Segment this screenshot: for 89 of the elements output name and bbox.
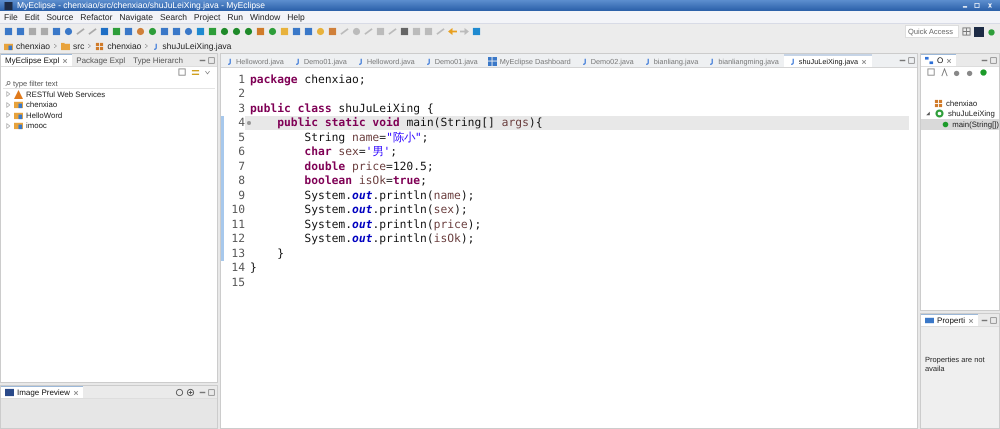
line-number: 1 <box>238 72 245 86</box>
line-number: 13 <box>231 246 245 260</box>
menu-item[interactable]: Edit <box>24 12 40 22</box>
code-line: System.out.println(isOk); <box>303 232 474 246</box>
breadcrumb-item[interactable]: chenxiao <box>16 41 50 51</box>
maximize-icon[interactable] <box>990 316 997 324</box>
code-line: boolean isOk=true; <box>303 174 427 188</box>
view-tab[interactable]: O <box>921 54 956 66</box>
circle-icon[interactable] <box>979 68 988 77</box>
app-icon <box>4 2 13 10</box>
menu-item[interactable]: File <box>4 12 18 22</box>
java-file-icon <box>580 57 588 66</box>
java-file-icon <box>294 57 301 66</box>
java-file-icon <box>708 57 716 66</box>
chevron-icon <box>87 43 92 49</box>
code-line: public class shuJuLeiXing { <box>250 102 434 115</box>
class-icon <box>934 109 945 118</box>
view-tab[interactable]: Type Hierarch <box>129 54 187 66</box>
zoom-in-icon[interactable] <box>186 388 195 396</box>
expanded-arrow-icon <box>925 110 931 117</box>
java-file-icon <box>152 42 160 50</box>
line-number: 2 <box>238 87 245 100</box>
menu-item[interactable]: Help <box>287 12 305 22</box>
menu-item[interactable]: Window <box>250 12 280 22</box>
maximize-icon[interactable] <box>908 57 915 64</box>
line-number: 9 <box>238 188 245 202</box>
line-number: 3 <box>238 102 245 115</box>
code-line: System.out.println(price); <box>303 218 482 231</box>
line-number: 10 <box>231 203 245 216</box>
code-line: } <box>276 246 284 260</box>
breadcrumb-item[interactable]: chenxiao <box>107 41 142 51</box>
line-number: 5 <box>238 130 245 144</box>
line-number: 11 <box>231 218 245 231</box>
menu-item[interactable]: Run <box>227 12 243 22</box>
line-number: 7 <box>238 160 245 173</box>
close-icon[interactable] <box>72 390 79 396</box>
line-number: 4 <box>238 116 245 130</box>
code-line: double price=120.5; <box>303 160 434 173</box>
line-number: 6 <box>238 145 245 158</box>
code-line: System.out.println(name); <box>303 188 474 202</box>
menu-item[interactable]: Project <box>194 12 220 22</box>
line-number: 8 <box>238 174 245 188</box>
collapse-icon[interactable] <box>178 68 187 77</box>
back-arrow-icon[interactable] <box>448 27 457 36</box>
maximize-icon[interactable] <box>990 56 997 64</box>
java-file-icon <box>226 57 233 66</box>
code-line: System.out.println(sex); <box>303 203 468 216</box>
window-title: MyEclipse - chenxiao/src/chenxiao/shuJuLeiXing.java - MyEclipse <box>17 0 266 11</box>
java-file-icon <box>788 57 796 66</box>
code-line: String name="陈小"; <box>303 130 428 145</box>
java-file-icon <box>644 57 651 66</box>
warning-icon <box>14 90 23 99</box>
code-line: } <box>250 261 257 274</box>
menu-item[interactable]: Refactor <box>80 12 112 22</box>
view-tab[interactable]: Properti <box>921 314 978 326</box>
collapse-icon[interactable] <box>927 68 936 77</box>
line-number: 12 <box>231 232 245 246</box>
chevron-icon <box>53 43 58 49</box>
line-number: 14 <box>231 261 245 274</box>
menu-item[interactable]: Navigate <box>119 12 153 22</box>
close-icon[interactable] <box>968 318 974 324</box>
close-icon[interactable] <box>861 58 868 64</box>
breadcrumb-item[interactable]: shuJuLeiXing.java <box>162 41 232 51</box>
close-icon[interactable] <box>946 58 952 64</box>
method-icon <box>942 120 950 129</box>
code-editor[interactable] <box>220 53 918 429</box>
code-line: public static void main(String[] args){ <box>276 116 542 130</box>
maximize-icon[interactable] <box>208 388 215 396</box>
java-file-icon <box>356 57 364 66</box>
zoom-out-icon[interactable] <box>175 388 184 396</box>
menu-item[interactable]: Search <box>160 12 187 22</box>
picture-icon <box>5 388 14 397</box>
maximize-icon[interactable] <box>208 56 215 64</box>
view-tab[interactable]: MyEclipse Expl <box>1 54 72 66</box>
close-icon[interactable] <box>62 58 68 64</box>
menu-item[interactable]: Source <box>46 12 74 22</box>
breadcrumb-item[interactable]: src <box>73 41 84 51</box>
view-tab[interactable]: Image Preview <box>1 386 83 398</box>
minimize-icon[interactable] <box>899 57 906 64</box>
view-tab[interactable]: Package Expl <box>72 54 130 66</box>
app-icon[interactable] <box>974 26 984 36</box>
outline-icon <box>925 56 934 65</box>
chevron-icon <box>144 43 150 49</box>
code-line: char sex='男'; <box>303 144 398 160</box>
code-line: package chenxiao; <box>250 72 366 86</box>
dropdown-icon[interactable] <box>204 68 211 77</box>
java-file-icon <box>424 57 432 66</box>
maximize-icon[interactable] <box>972 2 982 9</box>
line-number: 15 <box>231 276 245 289</box>
